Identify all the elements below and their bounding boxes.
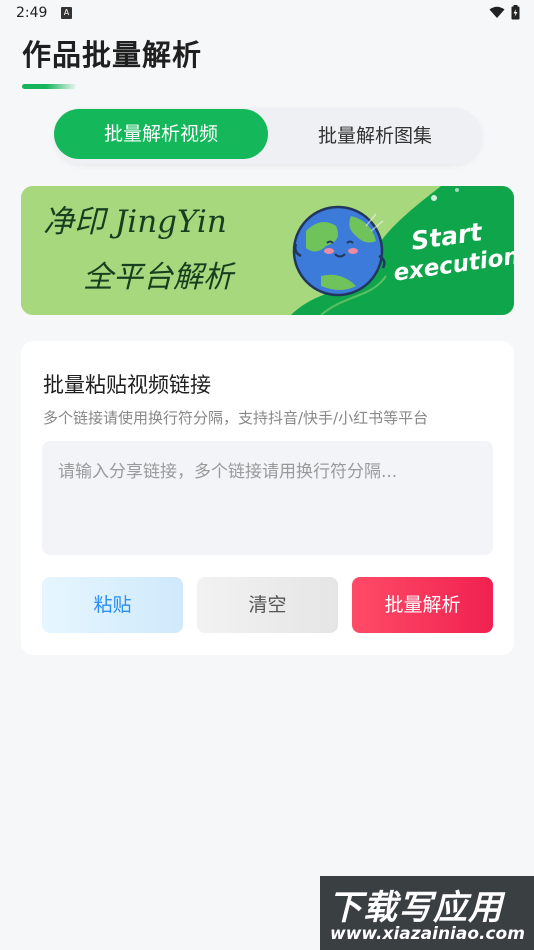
status-time: 2:49 bbox=[16, 5, 48, 21]
promo-banner: 净印 JingYin 全平台解析 Start execution bbox=[21, 186, 514, 315]
paste-button[interactable]: 粘贴 bbox=[42, 577, 183, 633]
batch-parse-button[interactable]: 批量解析 bbox=[352, 577, 493, 633]
title-underline bbox=[22, 84, 76, 89]
earth-mascot-icon bbox=[292, 205, 386, 297]
tab-switch: 批量解析视频 批量解析图集 bbox=[54, 108, 482, 164]
watermark-title: 下载写应用 bbox=[328, 888, 503, 928]
battery-icon bbox=[511, 5, 520, 20]
notification-icon: A bbox=[61, 7, 72, 19]
status-bar: 2:49 A bbox=[0, 0, 534, 28]
card-subtitle: 多个链接请使用换行符分隔，支持抖音/快手/小红书等平台 bbox=[43, 409, 429, 427]
share-links-input[interactable] bbox=[42, 441, 493, 555]
page-title: 作品批量解析 bbox=[22, 38, 203, 72]
banner-slogan-text: 全平台解析 bbox=[83, 260, 233, 295]
clear-button[interactable]: 清空 bbox=[197, 577, 338, 633]
batch-link-card: 批量粘贴视频链接 多个链接请使用换行符分隔，支持抖音/快手/小红书等平台 粘贴 … bbox=[21, 341, 514, 655]
banner-brand-text: 净印 JingYin bbox=[43, 204, 227, 240]
tab-batch-gallery[interactable]: 批量解析图集 bbox=[268, 108, 482, 164]
tab-batch-video[interactable]: 批量解析视频 bbox=[54, 109, 268, 159]
status-indicators bbox=[489, 5, 520, 20]
watermark-url: www.xiazainiao.com bbox=[330, 924, 525, 944]
card-title: 批量粘贴视频链接 bbox=[43, 373, 211, 397]
wifi-icon bbox=[489, 6, 505, 18]
site-watermark: 下载写应用 www.xiazainiao.com bbox=[320, 876, 534, 950]
